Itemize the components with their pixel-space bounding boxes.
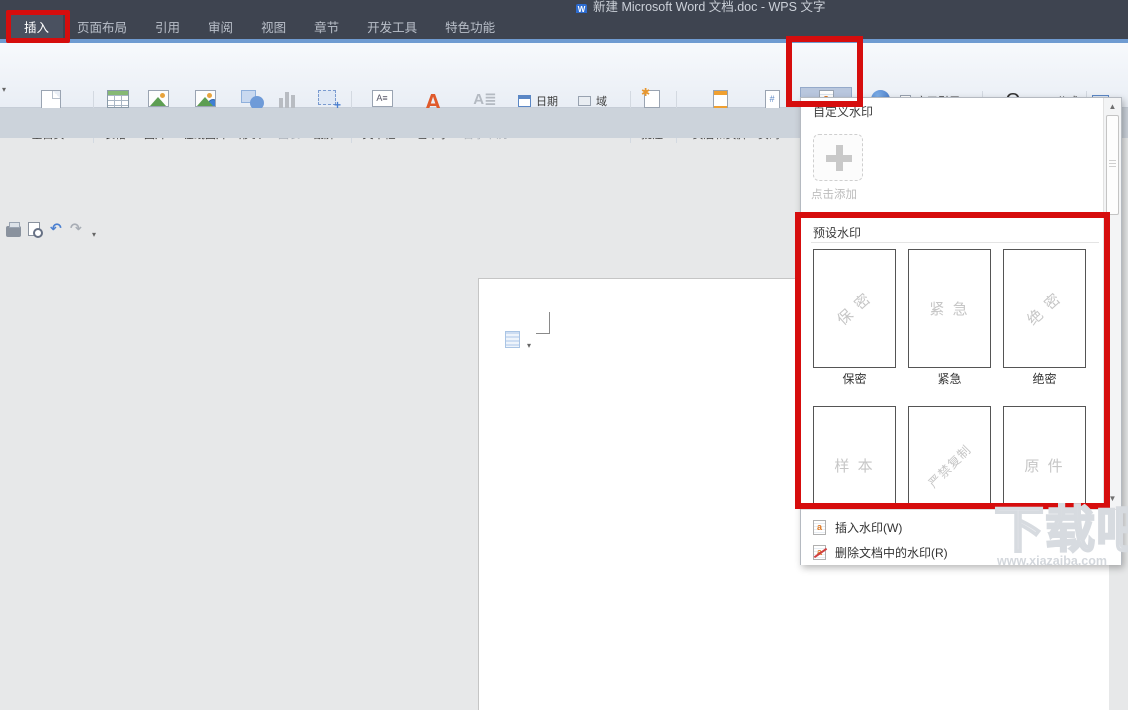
watermark-preview-text: 样 本	[834, 455, 874, 476]
tab-page-layout[interactable]: 页面布局	[63, 13, 141, 39]
insert-watermark-icon: a	[813, 520, 826, 535]
preset-watermark-jinji[interactable]: 紧 急	[908, 249, 991, 368]
add-custom-watermark-button[interactable]	[813, 134, 863, 181]
panel-scrollbar-thumb[interactable]	[1106, 115, 1119, 215]
watermark-panel-menu: a 插入水印(W) a 删除文档中的水印(R)	[801, 509, 1121, 565]
preset-watermark-juemi[interactable]: 绝 密	[1003, 249, 1086, 368]
drop-cap-icon: A≣	[473, 90, 496, 110]
menu-bar: 插入 页面布局 引用 审阅 视图 章节 开发工具 特色功能	[0, 13, 1128, 39]
watermark-panel-viewport: 自定义水印 点击添加 预设水印 保 密 紧 急 绝 密 保密 紧急 绝密 样 本…	[801, 98, 1121, 509]
page-number-icon: #	[765, 90, 780, 109]
scroll-down-icon[interactable]: ▼	[1104, 492, 1121, 505]
accent-divider	[0, 39, 1128, 43]
custom-watermark-header: 自定义水印	[813, 103, 873, 120]
online-picture-icon	[195, 90, 216, 107]
tab-view[interactable]: 视图	[247, 13, 300, 39]
redo-button[interactable]: ↷	[70, 220, 82, 237]
tab-section[interactable]: 章节	[300, 13, 353, 39]
tab-references[interactable]: 引用	[141, 13, 194, 39]
watermark-preview-text: 保 密	[833, 287, 877, 329]
delete-watermark-menu-item[interactable]: a 删除文档中的水印(R)	[801, 541, 1121, 563]
preset-watermark-header: 预设水印	[813, 224, 861, 241]
quick-access-dropdown[interactable]	[90, 224, 96, 242]
scroll-up-icon[interactable]: ▲	[1104, 100, 1121, 113]
preset-label-juemi: 绝密	[1003, 370, 1086, 387]
preset-watermark-yanjinfuzhi[interactable]: 严禁复制	[908, 406, 991, 509]
comment-icon	[644, 90, 660, 108]
field-icon	[578, 96, 591, 106]
section-divider	[811, 242, 1099, 243]
header-footer-icon	[713, 90, 728, 109]
shapes-icon	[241, 90, 265, 110]
window-title: 新建 Microsoft Word 文档.doc - WPS 文字	[593, 0, 825, 13]
tab-insert[interactable]: 插入	[10, 13, 63, 39]
date-icon	[518, 95, 531, 107]
preset-label-jinji: 紧急	[908, 370, 991, 387]
print-preview-button[interactable]	[28, 222, 40, 236]
clipped-dropdown-caret-icon	[0, 79, 6, 97]
watermark-dropdown-panel: 自定义水印 点击添加 预设水印 保 密 紧 急 绝 密 保密 紧急 绝密 样 本…	[800, 97, 1122, 565]
tab-developer[interactable]: 开发工具	[353, 13, 431, 39]
picture-icon	[148, 90, 169, 107]
preset-watermark-yuanjian[interactable]: 原 件	[1003, 406, 1086, 509]
watermark-preview-text: 绝 密	[1023, 287, 1067, 329]
delete-watermark-label: 删除文档中的水印(R)	[835, 544, 948, 561]
screenshot-icon	[318, 90, 336, 105]
title-bar: W 新建 Microsoft Word 文档.doc - WPS 文字	[0, 0, 1128, 13]
delete-watermark-icon: a	[813, 545, 826, 560]
field-label: 域	[596, 93, 607, 109]
insert-watermark-label: 插入水印(W)	[835, 519, 902, 536]
print-icon	[6, 226, 21, 237]
table-icon	[107, 90, 129, 108]
preset-watermark-yangben[interactable]: 样 本	[813, 406, 896, 509]
tab-special-features[interactable]: 特色功能	[431, 13, 509, 39]
add-watermark-hint: 点击添加	[811, 186, 857, 202]
preset-watermark-baomi[interactable]: 保 密	[813, 249, 896, 368]
text-box-icon: A≡	[372, 90, 393, 107]
insert-watermark-menu-item[interactable]: a 插入水印(W)	[801, 516, 1121, 538]
watermark-preview-text: 原 件	[1024, 455, 1064, 476]
undo-button[interactable]: ↶	[50, 220, 62, 237]
margin-corner-mark	[536, 312, 550, 334]
paste-options-caret-icon[interactable]	[525, 341, 531, 350]
print-button[interactable]	[6, 222, 21, 237]
print-preview-icon	[28, 222, 40, 236]
paste-options-icon[interactable]	[505, 331, 520, 348]
window-title-group: W 新建 Microsoft Word 文档.doc - WPS 文字	[576, 0, 825, 13]
tab-review[interactable]: 审阅	[194, 13, 247, 39]
chart-icon	[279, 90, 299, 108]
word-doc-icon: W	[576, 4, 587, 13]
watermark-preview-text: 严禁复制	[924, 440, 976, 492]
date-label: 日期	[536, 93, 558, 109]
preset-label-baomi: 保密	[813, 370, 896, 387]
watermark-preview-text: 紧 急	[929, 298, 969, 319]
